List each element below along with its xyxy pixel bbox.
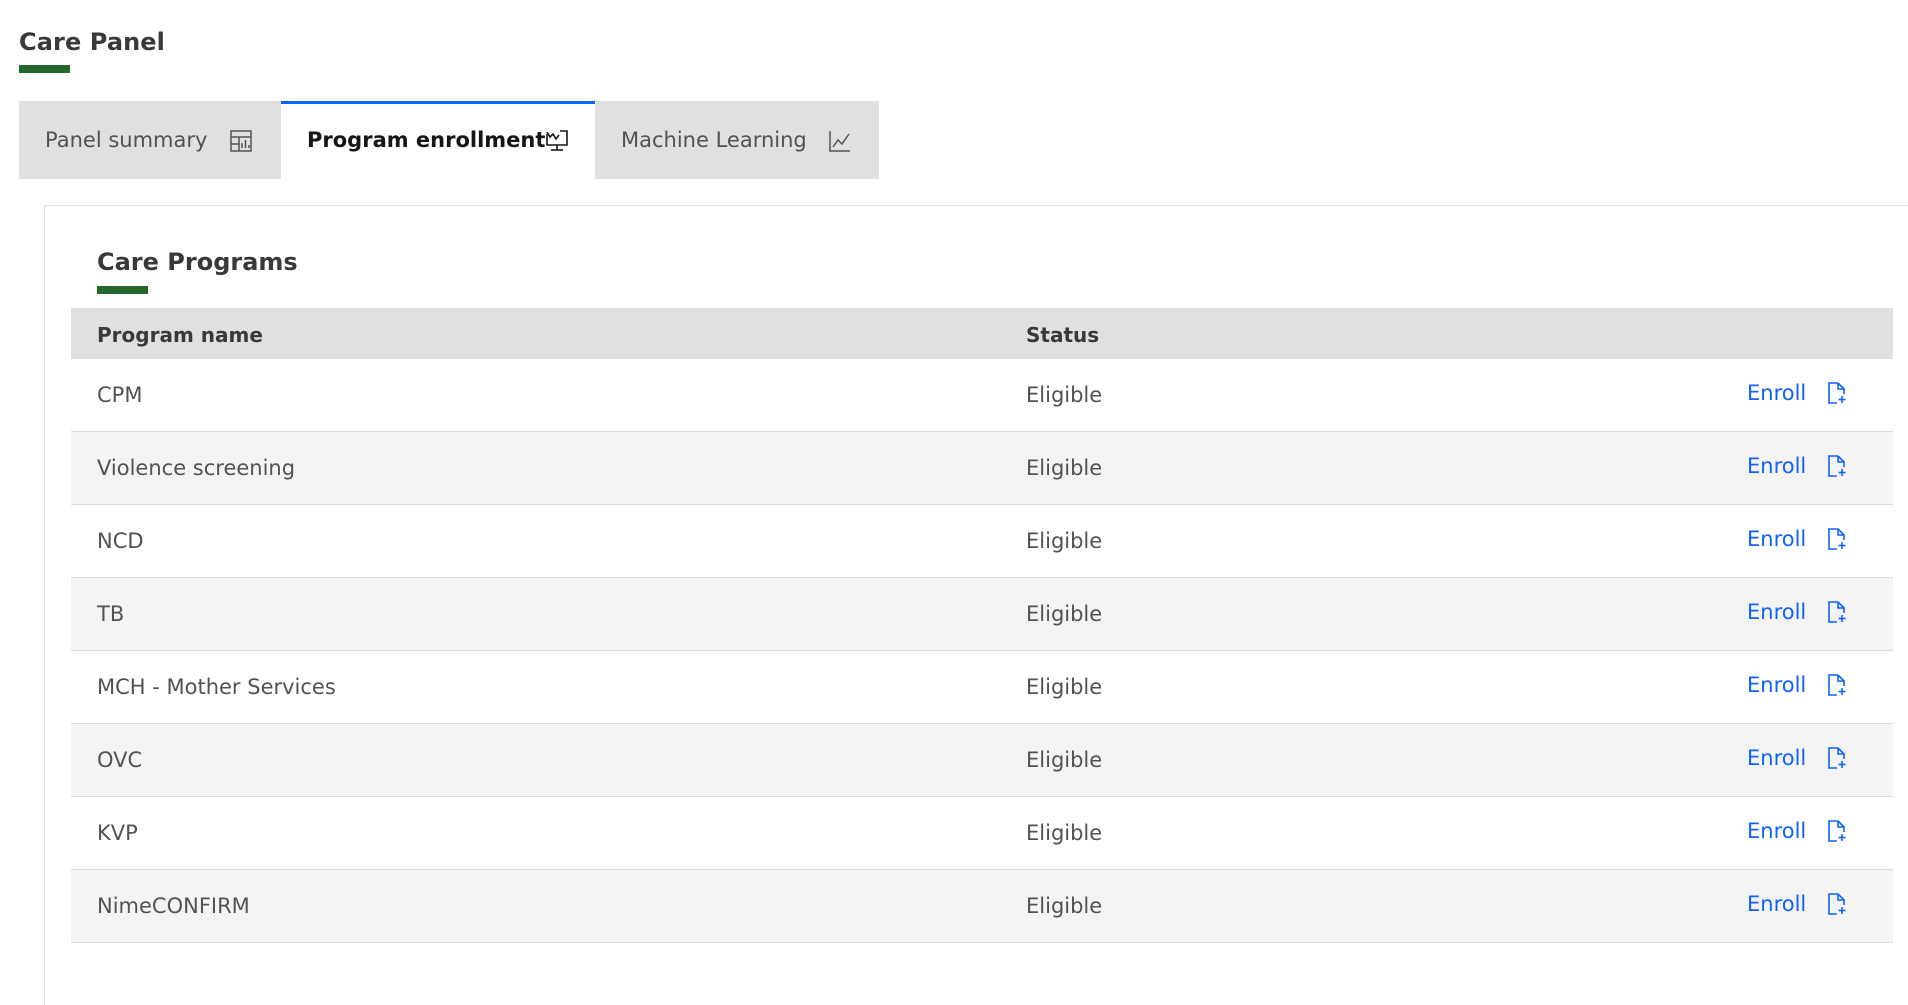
monitor-chart-icon <box>546 130 568 151</box>
table-row: NimeCONFIRM Eligible Enroll <box>71 870 1893 943</box>
enroll-label: Enroll <box>1747 381 1807 405</box>
status-cell: Eligible <box>1026 529 1103 553</box>
enroll-label: Enroll <box>1747 819 1807 843</box>
document-add-icon <box>1828 893 1846 915</box>
enroll-label: Enroll <box>1747 454 1807 478</box>
tab-list: Panel summary Program enrollment Machine <box>19 101 879 179</box>
tab-label-machine-learning: Machine Learning <box>621 128 807 152</box>
program-name-cell: Violence screening <box>97 456 296 480</box>
enroll-label: Enroll <box>1747 600 1807 624</box>
document-add-icon <box>1828 455 1846 477</box>
tab-machine-learning[interactable]: Machine Learning <box>595 101 879 179</box>
table-row: OVC Eligible Enroll <box>71 724 1893 797</box>
document-add-icon <box>1828 528 1846 550</box>
status-cell: Eligible <box>1026 821 1103 845</box>
document-add-icon <box>1828 382 1846 404</box>
table-row: MCH - Mother Services Eligible Enroll <box>71 651 1893 724</box>
title-underline <box>19 65 70 73</box>
enroll-button[interactable]: Enroll <box>1747 892 1848 916</box>
enroll-button[interactable]: Enroll <box>1747 527 1848 551</box>
program-name-cell: MCH - Mother Services <box>97 675 336 699</box>
care-panel-page: Care Panel Panel summary Program enrollm… <box>0 0 1908 1005</box>
status-cell: Eligible <box>1026 675 1103 699</box>
table-header: Program name Status <box>71 308 1893 359</box>
program-name-cell: NimeCONFIRM <box>97 894 250 918</box>
program-name-cell: KVP <box>97 821 138 845</box>
enroll-button[interactable]: Enroll <box>1747 381 1848 405</box>
tab-label-panel-summary: Panel summary <box>45 128 208 152</box>
section-title-underline <box>97 286 148 294</box>
status-cell: Eligible <box>1026 456 1103 480</box>
enroll-button[interactable]: Enroll <box>1747 673 1848 697</box>
program-name-cell: CPM <box>97 383 143 407</box>
care-programs-table: Program name Status CPM Eligible Enroll Vio… <box>71 308 1893 943</box>
table-row: TB Eligible Enroll <box>71 578 1893 651</box>
program-name-cell: NCD <box>97 529 144 553</box>
table-row: KVP Eligible Enroll <box>71 797 1893 870</box>
document-add-icon <box>1828 820 1846 842</box>
page-title: Care Panel <box>19 28 166 56</box>
tab-label-program-enrollment: Program enrollment <box>307 128 546 152</box>
column-header-program-name: Program name <box>97 323 263 347</box>
table-row: CPM Eligible Enroll <box>71 359 1893 432</box>
document-add-icon <box>1828 674 1846 696</box>
enroll-button[interactable]: Enroll <box>1747 746 1848 770</box>
status-cell: Eligible <box>1026 894 1103 918</box>
tab-panel-summary[interactable]: Panel summary <box>19 101 281 179</box>
enroll-button[interactable]: Enroll <box>1747 454 1848 478</box>
enroll-label: Enroll <box>1747 892 1807 916</box>
table-row: NCD Eligible Enroll <box>71 505 1893 578</box>
table-row: Violence screening Eligible Enroll <box>71 432 1893 505</box>
enroll-label: Enroll <box>1747 746 1807 770</box>
program-name-cell: OVC <box>97 748 143 772</box>
status-cell: Eligible <box>1026 602 1103 626</box>
table-chart-icon <box>230 130 252 152</box>
status-cell: Eligible <box>1026 383 1103 407</box>
enroll-button[interactable]: Enroll <box>1747 600 1848 624</box>
status-cell: Eligible <box>1026 748 1103 772</box>
document-add-icon <box>1828 601 1846 623</box>
enroll-button[interactable]: Enroll <box>1747 819 1848 843</box>
table-body: CPM Eligible Enroll Violence screening Eligi… <box>71 359 1893 943</box>
line-chart-icon <box>829 131 850 152</box>
enroll-label: Enroll <box>1747 527 1807 551</box>
tab-program-enrollment[interactable]: Program enrollment <box>281 101 595 179</box>
column-header-status: Status <box>1026 323 1100 347</box>
section-title: Care Programs <box>97 248 298 276</box>
enroll-label: Enroll <box>1747 673 1807 697</box>
document-add-icon <box>1828 747 1846 769</box>
program-name-cell: TB <box>97 602 125 626</box>
